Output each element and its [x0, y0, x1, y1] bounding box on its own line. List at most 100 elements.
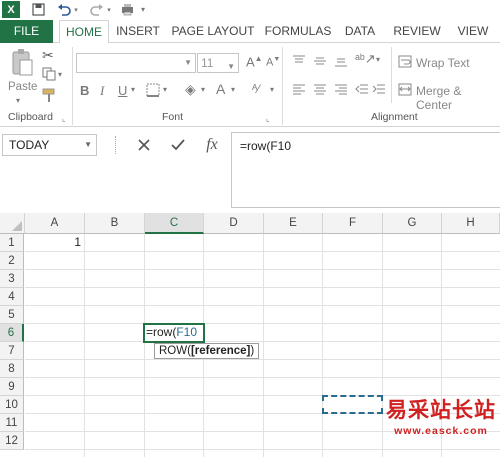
row-header-2[interactable]: 2 — [0, 252, 24, 270]
gridline — [441, 234, 442, 457]
tab-formulas[interactable]: FORMULAS — [263, 20, 333, 43]
font-name-dropdown[interactable]: ▼ — [76, 53, 196, 73]
undo-icon[interactable] — [56, 1, 72, 18]
redo-dropdown-icon[interactable]: ▾ — [105, 1, 113, 18]
row-header-6[interactable]: 6 — [0, 324, 24, 342]
name-box[interactable]: TODAY ▼ — [2, 134, 97, 156]
divider — [282, 47, 283, 125]
save-icon[interactable] — [30, 1, 46, 18]
wrap-text-button[interactable]: Wrap Text — [416, 56, 470, 70]
align-left-icon[interactable] — [292, 83, 306, 98]
divider — [72, 47, 73, 125]
align-right-icon[interactable] — [334, 83, 348, 98]
decrease-indent-icon[interactable] — [355, 83, 369, 98]
row-header-12[interactable]: 12 — [0, 432, 24, 450]
customize-toolbar-icon[interactable]: ▾ — [137, 1, 149, 18]
font-color-icon[interactable]: A — [216, 81, 225, 97]
row-header-1[interactable]: 1 — [0, 234, 24, 252]
tab-file[interactable]: FILE — [0, 20, 53, 43]
underline-dropdown-icon[interactable]: ▾ — [131, 85, 135, 94]
italic-button[interactable]: I — [100, 83, 104, 99]
undo-dropdown-icon[interactable]: ▾ — [72, 1, 80, 18]
paste-dropdown-icon[interactable]: ▾ — [16, 96, 20, 105]
bold-button[interactable]: B — [80, 83, 89, 98]
row-header-8[interactable]: 8 — [0, 360, 24, 378]
font-size-value: 11 — [201, 56, 214, 70]
top-align-icon[interactable] — [292, 55, 306, 70]
gridline — [382, 234, 383, 457]
align-center-icon[interactable] — [313, 83, 327, 98]
row-header-9[interactable]: 9 — [0, 378, 24, 396]
copy-icon[interactable] — [42, 67, 56, 84]
orientation-dropdown-icon[interactable]: ▾ — [376, 55, 380, 64]
column-header-g[interactable]: G — [383, 213, 442, 234]
ribbon-tabs: FILE HOME INSERT PAGE LAYOUT FORMULAS DA… — [0, 20, 500, 44]
tooltip-argument: [reference] — [190, 345, 251, 357]
font-launcher-icon[interactable]: ⌞ — [266, 114, 270, 123]
merge-center-icon[interactable] — [398, 83, 412, 99]
tab-insert[interactable]: INSERT — [110, 20, 166, 43]
clipboard-launcher-icon[interactable]: ⌞ — [62, 114, 66, 123]
tab-review[interactable]: REVIEW — [388, 20, 446, 43]
row-header-11[interactable]: 11 — [0, 414, 24, 432]
fill-color-dropdown-icon[interactable]: ▾ — [201, 85, 205, 94]
underline-button[interactable]: U — [118, 83, 127, 98]
row-header-7[interactable]: 7 — [0, 342, 24, 360]
column-header-b[interactable]: B — [85, 213, 145, 234]
copy-dropdown-icon[interactable]: ▾ — [58, 70, 62, 79]
font-size-dropdown[interactable]: 11 ▼ — [197, 53, 239, 73]
insert-function-button[interactable]: fx — [200, 134, 224, 156]
formula-input[interactable]: =row(F10 — [231, 132, 500, 208]
orientation-icon[interactable]: ᵃᵇ↗ — [355, 51, 376, 67]
format-painter-icon[interactable] — [42, 88, 57, 106]
column-header-c[interactable]: C — [145, 213, 204, 234]
enter-check-icon[interactable] — [166, 134, 190, 156]
tooltip-function: ROW( — [159, 345, 191, 357]
tab-page-layout[interactable]: PAGE LAYOUT — [170, 20, 256, 43]
column-header-e[interactable]: E — [264, 213, 323, 234]
fill-color-icon[interactable]: ◈ — [185, 81, 196, 98]
select-all-corner[interactable] — [0, 213, 25, 234]
increase-font-size-icon[interactable]: A▲ — [246, 54, 263, 69]
divider — [391, 47, 392, 103]
decrease-font-size-icon[interactable]: A▼ — [266, 56, 280, 69]
column-header-a[interactable]: A — [25, 213, 85, 234]
paste-icon[interactable] — [10, 48, 34, 78]
cancel-icon[interactable] — [132, 134, 156, 156]
wrap-text-icon[interactable] — [398, 55, 412, 71]
column-header-d[interactable]: D — [204, 213, 264, 234]
row-header-3[interactable]: 3 — [0, 270, 24, 288]
merge-center-button[interactable]: Merge & Center — [416, 84, 500, 112]
borders-dropdown-icon[interactable]: ▾ — [163, 85, 167, 94]
row-header-10[interactable]: 10 — [0, 396, 24, 414]
function-tooltip[interactable]: ROW([reference]) — [154, 343, 260, 359]
cell-a1[interactable]: 1 — [25, 234, 84, 251]
bottom-align-icon[interactable] — [334, 55, 348, 70]
splitter-handle[interactable] — [115, 136, 117, 154]
row-header-4[interactable]: 4 — [0, 288, 24, 306]
row-header-5[interactable]: 5 — [0, 306, 24, 324]
tab-home[interactable]: HOME — [59, 20, 109, 44]
phonetic-icon[interactable]: ᴬ⁄ — [252, 82, 259, 96]
paste-button[interactable]: Paste — [8, 81, 37, 93]
middle-align-icon[interactable] — [313, 55, 327, 70]
borders-icon[interactable] — [146, 83, 160, 100]
font-group-label: Font — [162, 111, 184, 123]
cell-formula-prefix: =row( — [146, 325, 177, 339]
worksheet-grid[interactable]: A B C D E F G H 1 2 3 4 5 6 7 8 9 10 11 … — [0, 213, 500, 457]
increase-indent-icon[interactable] — [372, 83, 386, 98]
print-preview-icon[interactable] — [118, 1, 136, 18]
quick-access-toolbar: X ▾ ▾ ▾ — [0, 0, 500, 20]
tab-view[interactable]: VIEW — [451, 20, 495, 43]
tab-data[interactable]: DATA — [337, 20, 383, 43]
tooltip-close: ) — [250, 345, 255, 357]
phonetic-dropdown-icon[interactable]: ▾ — [270, 85, 274, 94]
clipboard-group-label: Clipboard — [8, 111, 53, 123]
chevron-down-icon: ▼ — [84, 140, 92, 149]
cut-icon[interactable]: ✂ — [42, 47, 54, 64]
redo-icon[interactable] — [89, 1, 105, 18]
column-header-h[interactable]: H — [442, 213, 500, 234]
column-header-f[interactable]: F — [323, 213, 383, 234]
font-color-dropdown-icon[interactable]: ▾ — [231, 85, 235, 94]
active-cell-c6[interactable]: =row(F10 — [143, 323, 205, 343]
